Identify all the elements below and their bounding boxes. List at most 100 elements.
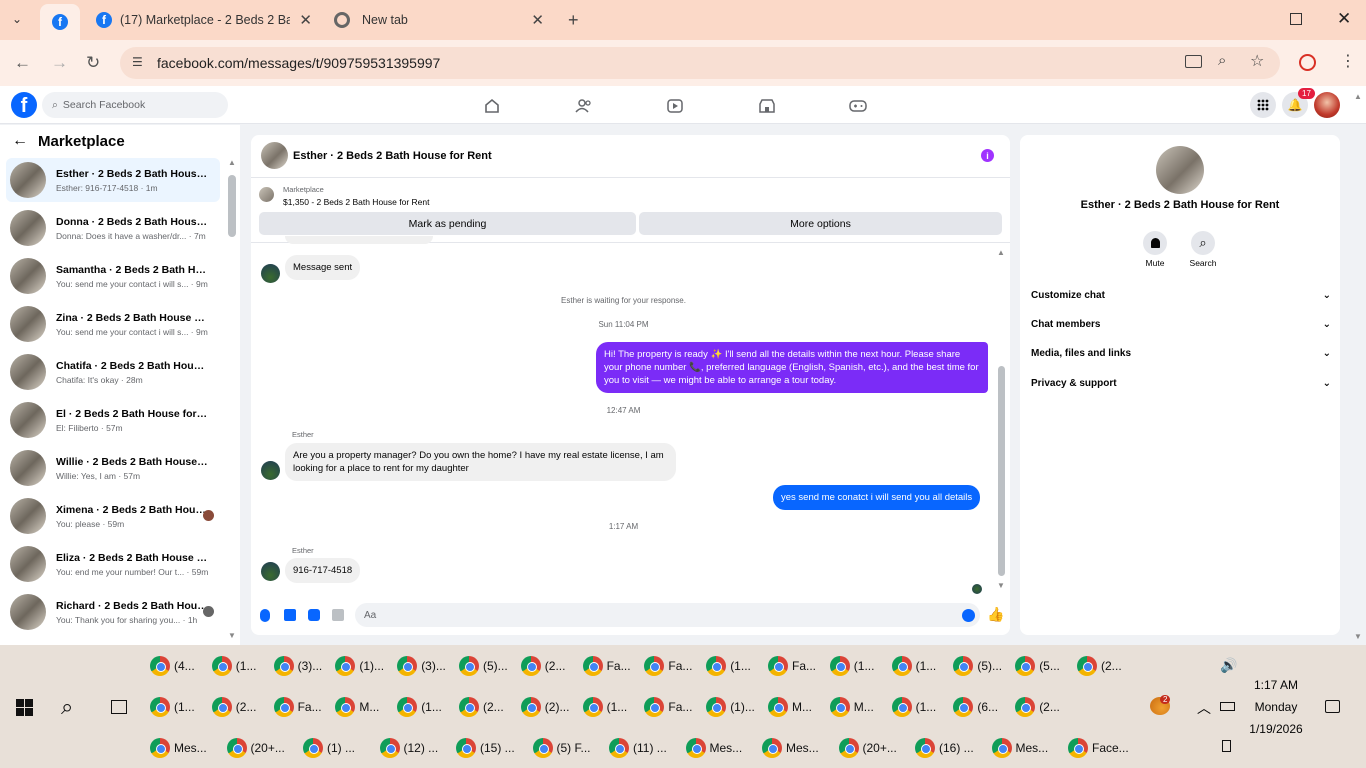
taskbar-chrome-window[interactable]: (1... (150, 693, 195, 721)
clock-day[interactable]: Monday (1236, 700, 1316, 714)
taskbar-chrome-window[interactable]: (2... (1015, 693, 1060, 721)
taskbar-chrome-window[interactable]: M... (335, 693, 379, 721)
search-button[interactable]: ⌕ (1191, 231, 1215, 255)
taskbar-chrome-window[interactable]: Mes... (762, 734, 819, 762)
listing-thumb[interactable] (259, 187, 274, 202)
taskbar-chrome-window[interactable]: (1)... (335, 652, 384, 680)
taskbar-chrome-window[interactable]: (20+... (226, 734, 285, 762)
like-thumb-icon[interactable]: 👍 (987, 606, 1004, 623)
taskbar-chrome-window[interactable]: Mes... (150, 734, 207, 762)
scroll-up-icon[interactable]: ▲ (997, 248, 1005, 257)
conversation-item[interactable]: Donna · 2 Beds 2 Bath House f... Donna: D… (6, 206, 220, 250)
profile-icon[interactable] (1299, 54, 1316, 71)
conversation-item[interactable]: El · 2 Beds 2 Bath House for Rent El: Fil… (6, 398, 220, 442)
chat-header-avatar[interactable] (261, 142, 288, 169)
conversation-item[interactable]: Ximena · 2 Beds 2 Bath Hous... You: pleas… (6, 494, 220, 538)
media-files-links-item[interactable]: Media, files and links ⌄ (1031, 348, 1331, 359)
taskbar-chrome-window[interactable]: Fa... (644, 652, 692, 680)
emoji-icon[interactable] (962, 609, 975, 622)
install-app-icon[interactable] (1185, 55, 1202, 68)
conversation-item[interactable]: Zina · 2 Beds 2 Bath House for ... You: s… (6, 302, 220, 346)
page-scroll-down-icon[interactable]: ▼ (1354, 632, 1362, 641)
reload-icon[interactable]: ↻ (86, 53, 100, 73)
zoom-icon[interactable]: ⌕ (1218, 52, 1226, 69)
privacy-support-item[interactable]: Privacy & support ⌄ (1031, 378, 1331, 389)
conversation-item[interactable]: Willie · 2 Beds 2 Bath House fo... Willie… (6, 446, 220, 490)
sidebar-scrollbar[interactable] (228, 175, 236, 237)
taskbar-chrome-window[interactable]: Face... (1068, 734, 1129, 762)
scroll-down-icon[interactable]: ▼ (228, 631, 236, 640)
more-options-button[interactable]: More options (639, 212, 1002, 235)
scroll-down-icon[interactable]: ▼ (997, 581, 1005, 590)
taskbar-chrome-window[interactable]: (1... (891, 693, 936, 721)
back-arrow-icon[interactable]: ← (12, 132, 28, 150)
conversation-item[interactable]: Eliza · 2 Beds 2 Bath House for ... You: … (6, 542, 220, 586)
taskbar-chrome-window[interactable]: Fa... (644, 693, 692, 721)
message-input[interactable]: Aa (355, 603, 980, 627)
friends-icon[interactable] (575, 97, 593, 115)
taskbar-chrome-window[interactable]: (2... (520, 652, 565, 680)
facebook-search-input[interactable]: ⌕ Search Facebook (42, 92, 228, 118)
taskbar-chrome-window[interactable]: (1... (829, 652, 874, 680)
close-tab-icon[interactable]: ✕ (299, 11, 312, 29)
taskbar-chrome-window[interactable]: (20+... (838, 734, 897, 762)
taskbar-chrome-window[interactable]: M... (829, 693, 874, 721)
taskbar-chrome-window[interactable]: (1)... (706, 693, 755, 721)
browser-menu-icon[interactable]: ⋮ (1340, 51, 1356, 71)
gif-icon[interactable] (332, 609, 344, 621)
address-bar[interactable]: ☰ facebook.com/messages/t/90975953139599… (120, 47, 1280, 79)
taskbar-chrome-window[interactable]: (1... (582, 693, 627, 721)
volume-icon[interactable]: 🔊 (1220, 657, 1237, 674)
gaming-icon[interactable] (849, 97, 867, 115)
taskbar-chrome-window[interactable]: Mes... (685, 734, 742, 762)
taskbar-chrome-window[interactable]: Fa... (582, 652, 631, 680)
taskbar-chrome-window[interactable]: (4... (150, 652, 195, 680)
taskbar-chrome-window[interactable]: (6... (953, 693, 998, 721)
battery-icon[interactable] (1220, 702, 1235, 711)
taskbar-chrome-window[interactable]: (1... (211, 652, 256, 680)
taskbar-chrome-window[interactable]: (5) F... (532, 734, 591, 762)
windows-start-icon[interactable] (16, 699, 33, 721)
conversation-item[interactable]: Chatifa · 2 Beds 2 Bath House f... Chatif… (6, 350, 220, 394)
page-scroll-up-icon[interactable]: ▲ (1354, 92, 1362, 101)
taskbar-chrome-window[interactable]: (2... (459, 693, 504, 721)
tab-facebook-active[interactable]: f (40, 4, 80, 40)
taskbar-chrome-window[interactable]: (5)... (459, 652, 508, 680)
microphone-icon[interactable] (260, 609, 270, 622)
tab-new-tab[interactable]: New tab ✕ (324, 4, 554, 36)
taskbar-chrome-window[interactable]: (5)... (953, 652, 1002, 680)
taskbar-chrome-window[interactable]: (1... (891, 652, 936, 680)
conversation-item[interactable]: Samantha · 2 Beds 2 Bath Hous... You: sen… (6, 254, 220, 298)
listing-title[interactable]: $1,350 - 2 Beds 2 Bath House for Rent (283, 197, 429, 207)
account-avatar[interactable] (1314, 92, 1340, 118)
tablet-icon[interactable] (1222, 740, 1231, 752)
conversation-item[interactable]: Richard · 2 Beds 2 Bath Hous... You: Than… (6, 590, 220, 634)
chat-scrollbar[interactable] (998, 366, 1005, 576)
chat-members-item[interactable]: Chat members ⌄ (1031, 319, 1331, 330)
taskbar-chrome-window[interactable]: (15) ... (456, 734, 515, 762)
show-hidden-icons[interactable]: ︿ (1197, 698, 1211, 718)
taskbar-chrome-window[interactable]: (11) ... (609, 734, 667, 762)
taskbar-chrome-window[interactable]: Mes... (991, 734, 1048, 762)
notification-center-icon[interactable] (1325, 700, 1340, 713)
taskbar-chrome-window[interactable]: (2... (1077, 652, 1122, 680)
taskbar-chrome-window[interactable]: (3)... (397, 652, 446, 680)
info-avatar[interactable] (1156, 146, 1204, 194)
tab-marketplace[interactable]: f (17) Marketplace - 2 Beds 2 Bat ✕ (86, 4, 322, 36)
taskbar-search-icon[interactable]: ⌕ (61, 694, 73, 720)
taskbar-chrome-window[interactable]: (5... (1015, 652, 1060, 680)
taskbar-chrome-window[interactable]: (1... (397, 693, 442, 721)
taskbar-chrome-window[interactable]: (12) ... (379, 734, 438, 762)
back-icon[interactable]: ← (14, 53, 31, 73)
clock-date[interactable]: 1/19/2026 (1236, 722, 1316, 736)
scroll-up-icon[interactable]: ▲ (228, 158, 236, 167)
conversation-item[interactable]: Esther · 2 Beds 2 Bath House fo... Esther… (6, 158, 220, 202)
menu-grid-icon[interactable] (1250, 92, 1276, 118)
customize-chat-item[interactable]: Customize chat ⌄ (1031, 290, 1331, 301)
conversation-info-icon[interactable]: i (981, 149, 994, 162)
taskbar-chrome-window[interactable]: M... (768, 693, 812, 721)
taskbar-chrome-window[interactable]: (3)... (273, 652, 322, 680)
restore-window-icon[interactable] (1290, 13, 1302, 25)
taskbar-chrome-window[interactable]: (1... (706, 652, 751, 680)
taskbar-chrome-window[interactable]: (1) ... (303, 734, 355, 762)
